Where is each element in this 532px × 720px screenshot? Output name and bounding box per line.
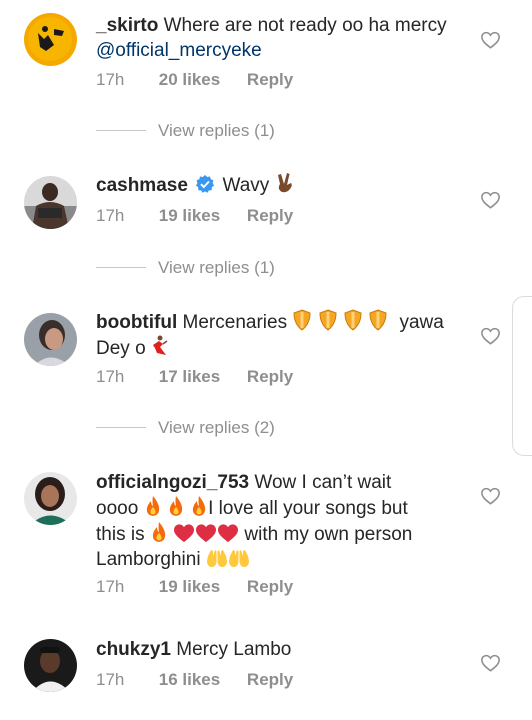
replies-divider xyxy=(96,427,146,429)
reply-button[interactable]: Reply xyxy=(247,576,293,598)
comment-text: Where are not ready oo ha mercy xyxy=(163,15,447,36)
red-heart-emoji xyxy=(195,523,217,543)
view-replies-label: View replies (1) xyxy=(158,258,275,277)
username[interactable]: boobtiful xyxy=(96,312,177,333)
view-replies-button[interactable]: View replies (2) xyxy=(96,417,275,439)
comment-meta: 17h 17 likes Reply xyxy=(96,366,293,388)
like-heart-icon[interactable] xyxy=(480,190,501,209)
comment-text: oooo xyxy=(96,498,139,519)
replies-divider xyxy=(96,130,146,132)
view-replies-label: View replies (1) xyxy=(158,121,275,140)
raised-hands-emoji xyxy=(228,548,250,568)
comment-meta: 17h 16 likes Reply xyxy=(96,669,293,691)
likes-count[interactable]: 20 likes xyxy=(159,69,220,91)
shield-emoji xyxy=(318,309,338,331)
avatar[interactable] xyxy=(24,313,77,366)
reply-button[interactable]: Reply xyxy=(247,366,293,388)
replies-divider xyxy=(96,267,146,269)
like-heart-icon[interactable] xyxy=(480,30,501,49)
likes-count[interactable]: 19 likes xyxy=(159,205,220,227)
comment-time: 17h xyxy=(96,70,125,89)
comment-meta: 17h 19 likes Reply xyxy=(96,576,293,598)
comment-text: Wow I can’t wait xyxy=(254,472,392,493)
avatar[interactable] xyxy=(24,13,77,66)
shield-emoji xyxy=(343,309,363,331)
dancer-emoji xyxy=(151,335,169,357)
reply-button[interactable]: Reply xyxy=(247,205,293,227)
fire-emoji xyxy=(190,495,208,517)
comment-time: 17h xyxy=(96,367,125,386)
raised-hands-emoji xyxy=(206,548,228,568)
avatar[interactable] xyxy=(24,176,77,229)
comment-text: with my own person xyxy=(244,524,413,545)
comment-meta: 17h 19 likes Reply xyxy=(96,205,293,227)
username[interactable]: cashmase xyxy=(96,175,188,196)
red-heart-emoji xyxy=(173,523,195,543)
comment-text: I love all your songs but xyxy=(208,498,408,519)
comment-text: yawa xyxy=(399,312,444,333)
like-heart-icon[interactable] xyxy=(480,326,501,345)
avatar[interactable] xyxy=(24,639,77,692)
view-replies-label: View replies (2) xyxy=(158,418,275,437)
fire-emoji xyxy=(144,495,162,517)
comment-text: this is xyxy=(96,524,145,545)
view-replies-button[interactable]: View replies (1) xyxy=(96,120,275,142)
comment-text: Mercenaries xyxy=(182,312,288,333)
side-scroll-handle[interactable] xyxy=(512,296,532,456)
comment-text: Dey o xyxy=(96,338,146,359)
comment-meta: 17h 20 likes Reply xyxy=(96,69,293,91)
mention-link[interactable]: @official_mercyeke xyxy=(96,40,262,61)
username[interactable]: _skirto xyxy=(96,15,158,36)
reply-button[interactable]: Reply xyxy=(247,669,293,691)
avatar[interactable] xyxy=(24,472,77,525)
verified-badge-icon xyxy=(195,174,215,194)
shield-emoji xyxy=(368,309,388,331)
comment-text: Wavy xyxy=(222,175,270,196)
shield-emoji xyxy=(292,309,312,331)
likes-count[interactable]: 19 likes xyxy=(159,576,220,598)
comment-time: 17h xyxy=(96,577,125,596)
username[interactable]: chukzy1 xyxy=(96,639,171,660)
likes-count[interactable]: 16 likes xyxy=(159,669,220,691)
red-heart-emoji xyxy=(217,523,239,543)
comments-page: _skirto Where are not ready oo ha mercy … xyxy=(0,0,532,720)
view-replies-button[interactable]: View replies (1) xyxy=(96,257,275,279)
comment-body: _skirto Where are not ready oo ha mercy … xyxy=(96,13,468,63)
fire-emoji xyxy=(167,495,185,517)
comment-time: 17h xyxy=(96,206,125,225)
comment-text: Lamborghini xyxy=(96,549,201,570)
like-heart-icon[interactable] xyxy=(480,486,501,505)
comment-body: boobtiful Mercenaries yawa Dey o xyxy=(96,309,468,361)
likes-count[interactable]: 17 likes xyxy=(159,366,220,388)
comment-text: Mercy Lambo xyxy=(176,639,292,660)
comment-body: officialngozi_753 Wow I can’t wait oooo … xyxy=(96,470,468,572)
comment-time: 17h xyxy=(96,670,125,689)
victory-hand-emoji xyxy=(275,172,295,194)
like-heart-icon[interactable] xyxy=(480,653,501,672)
comment-body: cashmase Wavy xyxy=(96,172,468,198)
comment-body: chukzy1 Mercy Lambo xyxy=(96,637,468,662)
username[interactable]: officialngozi_753 xyxy=(96,472,249,493)
fire-emoji xyxy=(150,521,168,543)
reply-button[interactable]: Reply xyxy=(247,69,293,91)
